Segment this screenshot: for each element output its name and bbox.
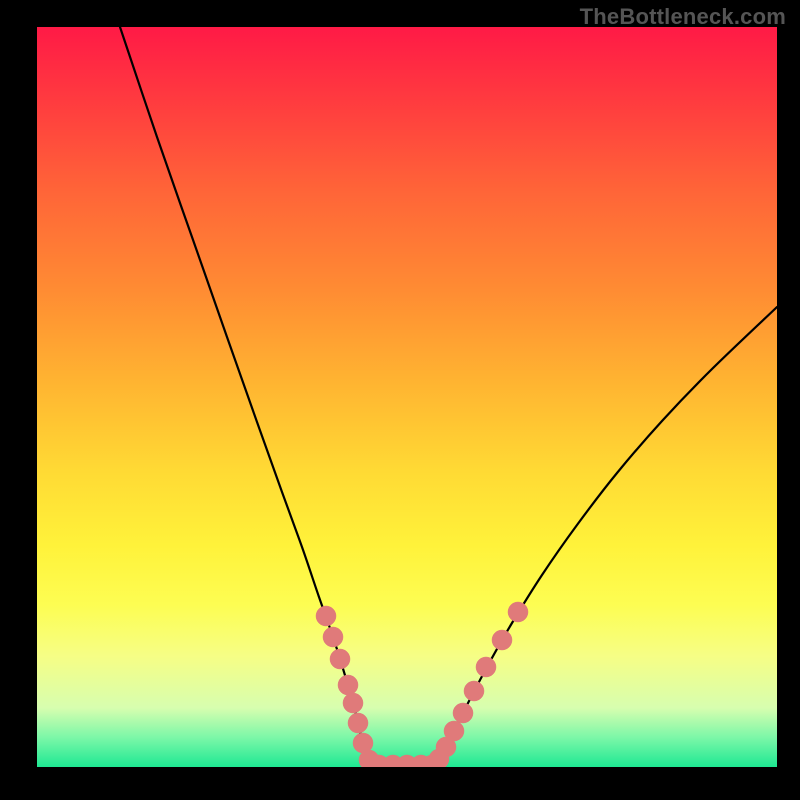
data-dot [444,721,464,741]
watermark-text: TheBottleneck.com [580,4,786,30]
data-dot [323,627,343,647]
curve-right [435,307,777,767]
plot-area [37,27,777,767]
data-dot [348,713,368,733]
data-dot [464,681,484,701]
data-dot [343,693,363,713]
chart-frame: TheBottleneck.com [0,0,800,800]
data-dot [492,630,512,650]
data-dot [316,606,336,626]
curve-overlay [37,27,777,767]
data-dot [453,703,473,723]
data-dot [508,602,528,622]
data-dots [316,602,528,767]
data-dot [338,675,358,695]
data-dot [476,657,496,677]
data-dot [330,649,350,669]
